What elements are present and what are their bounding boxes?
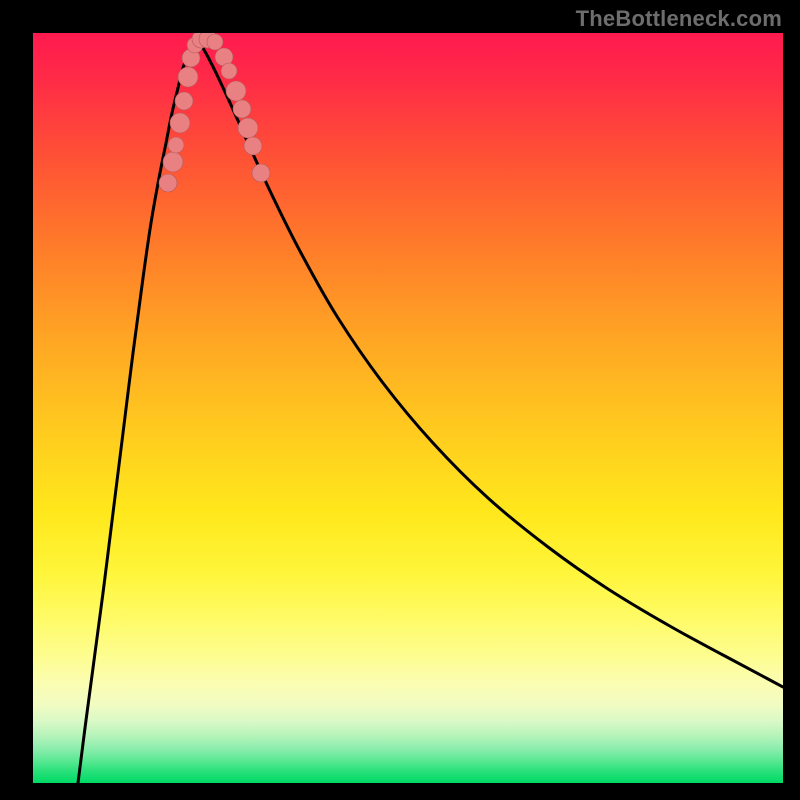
marker-dot — [170, 113, 190, 133]
marker-dot — [226, 81, 246, 101]
marker-dot — [244, 137, 262, 155]
marker-dot — [221, 63, 237, 79]
marker-dot — [178, 67, 198, 87]
curve-layer — [33, 33, 783, 783]
marker-dot — [163, 152, 183, 172]
marker-dot — [252, 164, 270, 182]
marker-dot — [159, 174, 177, 192]
curve-markers — [159, 33, 270, 192]
watermark-text: TheBottleneck.com — [576, 6, 782, 32]
marker-dot — [238, 118, 258, 138]
marker-dot — [233, 100, 251, 118]
curve-right — [196, 39, 783, 687]
marker-dot — [168, 137, 184, 153]
marker-dot — [175, 92, 193, 110]
marker-dot — [207, 34, 223, 50]
chart-stage: TheBottleneck.com — [0, 0, 800, 800]
plot-area — [33, 33, 783, 783]
